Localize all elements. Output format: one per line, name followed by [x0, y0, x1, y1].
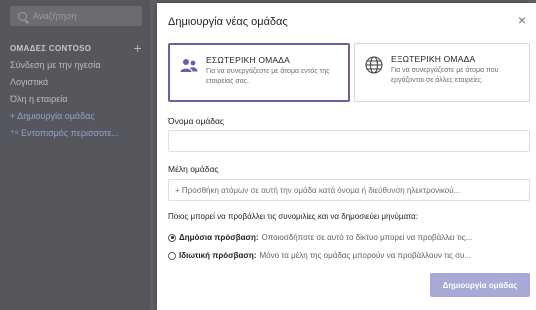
team-members-label: Μέλη ομάδας [168, 164, 219, 174]
sidebar-item-leadership[interactable]: Σύνδεση με την ηγεσία [10, 57, 150, 74]
teams-section-header: ΟΜΑΔΕΣ CONTOSO + [10, 40, 142, 56]
public-access-label: Δημόσια πρόσβαση: [179, 233, 259, 242]
sidebar-item-accounting[interactable]: Λογιστικά [10, 74, 150, 91]
private-access-label: Ιδιωτική πρόσβαση: [179, 251, 257, 260]
globe-icon [365, 56, 383, 74]
internal-team-title: ΕΣΩΤΕΡΙΚΗ ΟΜΑΔΑ [206, 55, 291, 65]
add-team-icon[interactable]: + [134, 40, 142, 56]
dialog-title: Δημιουργία νέας ομάδας [168, 16, 288, 28]
create-team-button[interactable]: Δημιουργία ομάδας [430, 273, 530, 297]
visibility-question: Ποιος μπορεί να προβάλλει τις συνομιλίες… [168, 212, 418, 221]
internal-team-option[interactable]: ΕΣΩΤΕΡΙΚΗ ΟΜΑΔΑ Για να συνεργάζεστε με ά… [168, 43, 350, 102]
search-icon [18, 11, 27, 21]
search-box[interactable]: Αναζήτηση [10, 6, 142, 26]
external-team-description: Για να συνεργάζεστε με άτομα που εργάζον… [391, 67, 499, 84]
sidebar-item-all-company[interactable]: Όλη η εταιρεία [10, 91, 150, 108]
public-access-option[interactable]: Δημόσια πρόσβαση: Οποιοσδήποτε σε αυτό τ… [168, 233, 530, 242]
background-sidebar: Αναζήτηση ΟΜΑΔΕΣ CONTOSO + Σύνδεση με τη… [0, 0, 150, 310]
search-placeholder: Αναζήτηση [33, 11, 77, 21]
team-members-input[interactable] [168, 179, 530, 201]
sidebar-item-discover-more[interactable]: ⁺⁸ Εντοπισμός περισσοτε... [10, 125, 150, 142]
sidebar-list: Σύνδεση με την ηγεσία Λογιστικά Όλη η ετ… [10, 57, 150, 142]
private-access-option[interactable]: Ιδιωτική πρόσβαση: Μόνο τα μέλη της ομάδ… [168, 251, 530, 260]
sidebar-item-create-team[interactable]: + Δημιουργία ομάδας [10, 108, 150, 125]
public-access-description: Οποιοσδήποτε σε αυτό το δίκτυο μπορεί να… [261, 233, 473, 242]
team-name-label: Όνομα ομάδας [168, 116, 225, 126]
external-team-title: ΕΞΩΤΕΡΙΚΗ ΟΜΑΔΑ [391, 54, 476, 64]
people-icon [180, 59, 198, 72]
private-access-description: Μόνο τα μέλη της ομάδας μπορούν να προβά… [259, 251, 472, 260]
private-access-radio[interactable] [168, 251, 176, 260]
section-title: ΟΜΑΔΕΣ CONTOSO [10, 43, 92, 53]
external-team-option[interactable]: ΕΞΩΤΕΡΙΚΗ ΟΜΑΔΑ Για να συνεργάζεστε με ά… [354, 43, 530, 102]
create-team-dialog: Δημιουργία νέας ομάδας × ΕΣΩΤΕΡΙΚΗ ΟΜΑΔΑ… [157, 3, 536, 310]
team-name-input[interactable] [168, 130, 530, 152]
close-icon[interactable]: × [518, 13, 526, 27]
internal-team-description: Για να συνεργάζεστε με άτομα εντός της ε… [206, 68, 330, 85]
public-access-radio[interactable] [168, 233, 176, 242]
